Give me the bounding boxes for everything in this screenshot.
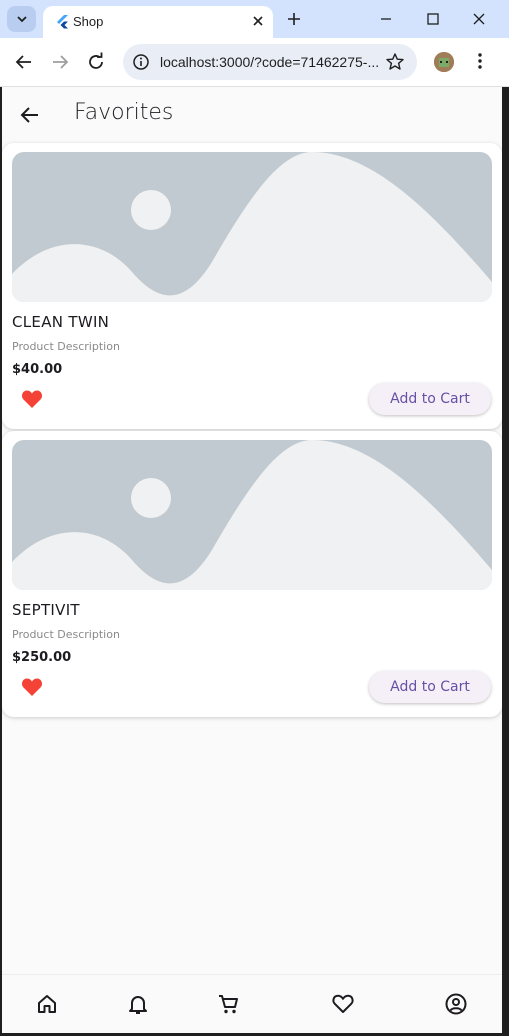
url-text: localhost:3000/?code=71462275-...: [160, 54, 380, 70]
flutter-icon: [57, 15, 68, 29]
tab-title: Shop: [73, 14, 104, 29]
chevron-down-icon: [16, 16, 27, 23]
account-icon[interactable]: [444, 992, 468, 1016]
product-price: $40.00: [12, 362, 63, 377]
heart-outline-icon[interactable]: [331, 992, 355, 1016]
app-bar: Favorites: [2, 87, 502, 143]
address-bar[interactable]: localhost:3000/?code=71462275-...: [123, 44, 417, 80]
home-icon[interactable]: [35, 992, 59, 1016]
product-name: SEPTIVIT: [12, 601, 80, 619]
avatar[interactable]: [434, 52, 454, 72]
close-window-icon[interactable]: [469, 9, 489, 29]
image-placeholder-icon: [12, 152, 492, 302]
browser-tab[interactable]: Shop: [43, 6, 273, 38]
bottom-navigation: [2, 974, 502, 1033]
product-card: SEPTIVIT Product Description $250.00 Add…: [2, 431, 502, 717]
arrow-left-icon[interactable]: [12, 50, 36, 74]
cart-icon[interactable]: [217, 992, 241, 1016]
product-name: CLEAN TWIN: [12, 313, 110, 331]
kebab-icon[interactable]: [470, 51, 490, 71]
heart-filled-icon[interactable]: [21, 389, 43, 409]
product-description: Product Description: [12, 628, 120, 641]
product-description: Product Description: [12, 340, 120, 353]
browser-chrome: Shop localhost:3000/?code=71462275-...: [0, 0, 509, 87]
window-edge: [502, 87, 509, 1036]
add-to-cart-button[interactable]: Add to Cart: [369, 383, 491, 415]
site-info-icon[interactable]: [131, 52, 151, 72]
plus-icon[interactable]: [284, 9, 304, 29]
arrow-left-icon[interactable]: [18, 103, 42, 127]
tab-bar: Shop: [0, 0, 509, 38]
reload-icon[interactable]: [84, 50, 108, 74]
product-card: CLEAN TWIN Product Description $40.00 Ad…: [2, 143, 502, 429]
heart-filled-icon[interactable]: [21, 677, 43, 697]
product-image-placeholder: [12, 152, 492, 302]
browser-toolbar: localhost:3000/?code=71462275-...: [0, 38, 509, 87]
arrow-right-icon[interactable]: [48, 50, 72, 74]
add-to-cart-button[interactable]: Add to Cart: [369, 671, 491, 703]
app-viewport: Favorites CLEAN TWIN Product Description…: [2, 87, 502, 1033]
profile-avatar-icon: [434, 52, 454, 72]
page-title: Favorites: [74, 100, 174, 125]
maximize-icon[interactable]: [423, 9, 443, 29]
bell-icon[interactable]: [126, 992, 150, 1016]
product-price: $250.00: [12, 650, 72, 665]
star-icon[interactable]: [385, 52, 405, 72]
minimize-icon[interactable]: [376, 9, 396, 29]
image-placeholder-icon: [12, 440, 492, 590]
product-image-placeholder: [12, 440, 492, 590]
close-icon[interactable]: [249, 12, 267, 30]
tab-search-button[interactable]: [7, 6, 36, 32]
